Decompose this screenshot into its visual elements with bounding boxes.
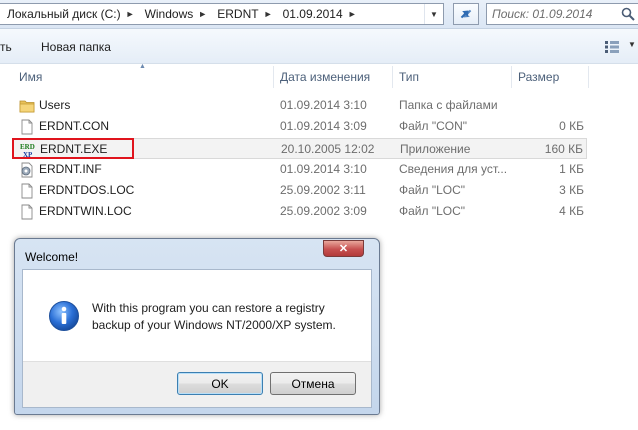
close-button[interactable]: ✕ <box>323 240 364 257</box>
cancel-button[interactable]: Отмена <box>270 372 356 395</box>
folder-icon <box>19 100 35 113</box>
breadcrumb-date-folder[interactable]: 01.09.2014 <box>275 4 346 24</box>
address-bar[interactable]: Локальный диск (C:) ► Windows ► ERDNT ► … <box>0 3 444 25</box>
column-header-name[interactable]: Имя <box>19 64 42 90</box>
file-row-erdntwin-loc[interactable]: ERDNTWIN.LOC 25.09.2002 3:09 Файл "LOC" … <box>13 201 587 222</box>
column-header-type[interactable]: Тип <box>399 64 419 90</box>
search-box[interactable] <box>486 3 638 25</box>
breadcrumb-erdnt[interactable]: ERDNT <box>209 4 261 24</box>
share-button-fragment[interactable]: ть <box>0 40 12 54</box>
dialog-message: With this program you can restore a regi… <box>92 301 336 332</box>
file-size: 4 КБ <box>559 204 584 218</box>
column-divider[interactable] <box>392 66 393 88</box>
file-date: 25.09.2002 3:09 <box>280 204 367 218</box>
file-date: 20.10.2005 12:02 <box>281 142 375 156</box>
command-bar: ть Новая папка ▼ <box>0 29 638 64</box>
sort-ascending-icon: ▲ <box>139 63 146 70</box>
column-divider[interactable] <box>511 66 512 88</box>
setup-info-icon <box>21 162 33 178</box>
file-size: 160 КБ <box>544 142 583 156</box>
file-icon <box>21 204 33 220</box>
breadcrumb-windows[interactable]: Windows <box>137 4 197 24</box>
file-name: ERDNT.INF <box>39 162 102 176</box>
file-size: 1 КБ <box>559 162 584 176</box>
breadcrumb-chevron-icon[interactable]: ► <box>346 4 359 24</box>
ok-button[interactable]: OK <box>177 372 263 395</box>
view-options-icon[interactable] <box>605 41 619 53</box>
file-icon <box>21 119 33 135</box>
file-type: Сведения для уст... <box>399 162 508 176</box>
info-icon <box>49 301 79 331</box>
column-divider[interactable] <box>273 66 274 88</box>
file-date: 01.09.2014 3:10 <box>280 162 367 176</box>
dialog-button-area: OK Отмена <box>23 361 371 407</box>
file-date: 01.09.2014 3:09 <box>280 119 367 133</box>
dialog-body: With this program you can restore a regi… <box>22 269 372 408</box>
file-size: 0 КБ <box>559 119 584 133</box>
breadcrumb-drive[interactable]: Локальный диск (C:) <box>0 4 124 24</box>
file-size: 3 КБ <box>559 183 584 197</box>
refresh-button[interactable] <box>453 3 479 25</box>
file-name: ERDNTDOS.LOC <box>39 183 135 197</box>
refresh-icon <box>460 9 472 19</box>
file-type: Папка с файлами <box>399 98 498 112</box>
breadcrumb-chevron-icon[interactable]: ► <box>262 4 275 24</box>
breadcrumb-chevron-icon[interactable]: ► <box>124 4 137 24</box>
search-icon[interactable] <box>621 7 635 21</box>
file-type: Файл "CON" <box>399 119 468 133</box>
highlight-box <box>12 138 134 159</box>
file-name: ERDNT.CON <box>39 119 110 133</box>
address-history-dropdown-icon[interactable]: ▼ <box>424 4 443 24</box>
file-row-erdnt-con[interactable]: ERDNT.CON 01.09.2014 3:09 Файл "CON" 0 К… <box>13 116 587 137</box>
file-type: Приложение <box>400 142 471 156</box>
column-divider[interactable] <box>588 66 589 88</box>
address-bar-area: Локальный диск (C:) ► Windows ► ERDNT ► … <box>0 0 638 29</box>
column-header-date[interactable]: Дата изменения <box>280 64 370 90</box>
file-row-erdntdos-loc[interactable]: ERDNTDOS.LOC 25.09.2002 3:11 Файл "LOC" … <box>13 180 587 201</box>
file-type: Файл "LOC" <box>399 204 466 218</box>
new-folder-button[interactable]: Новая папка <box>41 40 111 54</box>
welcome-dialog: Welcome! ✕ With this program you can res… <box>14 238 380 415</box>
file-date: 01.09.2014 3:10 <box>280 98 367 112</box>
file-icon <box>21 183 33 199</box>
dialog-title: Welcome! <box>25 250 79 264</box>
column-header-size[interactable]: Размер <box>518 64 559 90</box>
file-type: Файл "LOC" <box>399 183 466 197</box>
view-dropdown-icon[interactable]: ▼ <box>628 40 636 49</box>
file-row-users[interactable]: Users 01.09.2014 3:10 Папка с файлами <box>13 95 587 116</box>
file-name: ERDNTWIN.LOC <box>39 204 132 218</box>
file-row-erdnt-inf[interactable]: ERDNT.INF 01.09.2014 3:10 Сведения для у… <box>13 159 587 180</box>
close-icon: ✕ <box>338 243 349 255</box>
breadcrumb-chevron-icon[interactable]: ► <box>196 4 209 24</box>
search-input[interactable] <box>492 6 610 21</box>
file-date: 25.09.2002 3:11 <box>280 183 366 197</box>
file-name: Users <box>39 98 71 112</box>
